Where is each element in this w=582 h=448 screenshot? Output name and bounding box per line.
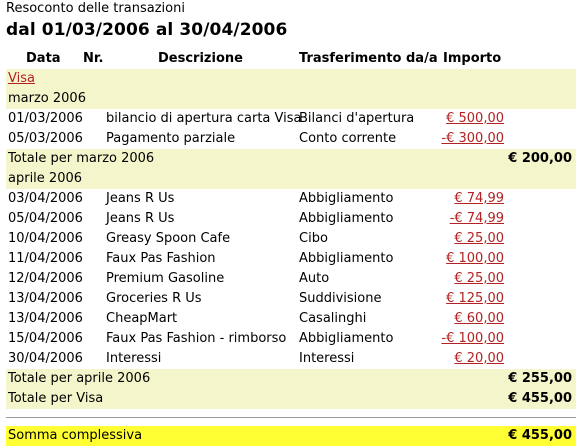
- account-row: Visa: [6, 69, 576, 89]
- grand-total-value: € 455,00: [508, 428, 572, 443]
- tx-description: Pagamento parziale: [106, 131, 236, 146]
- report-title: Resoconto delle transazioni: [6, 1, 185, 16]
- month-total-value: € 200,00: [508, 151, 572, 166]
- tx-amount-link[interactable]: € 125,00: [446, 291, 504, 306]
- tx-transfer: Bilanci d'apertura: [299, 111, 415, 126]
- transaction-row: 11/04/2006 Faux Pas Fashion Abbigliament…: [6, 249, 576, 269]
- tx-description: CheapMart: [106, 311, 178, 326]
- tx-transfer: Conto corrente: [299, 131, 397, 146]
- tx-description: Groceries R Us: [106, 291, 202, 306]
- tx-transfer: Abbigliamento: [299, 331, 394, 346]
- account-total-row: Totale per Visa € 455,00: [6, 389, 576, 409]
- grand-total-divider: [6, 417, 576, 418]
- month-total-row: Totale per marzo 2006 € 200,00: [6, 149, 576, 169]
- tx-description: Jeans R Us: [106, 211, 175, 226]
- month-total-value: € 255,00: [508, 371, 572, 386]
- tx-date: 03/04/2006: [8, 191, 83, 206]
- transaction-row: 30/04/2006 Interessi Interessi € 20,00: [6, 349, 576, 369]
- tx-amount-link[interactable]: € 20,00: [454, 351, 504, 366]
- tx-date: 13/04/2006: [8, 311, 83, 326]
- tx-transfer: Abbigliamento: [299, 191, 394, 206]
- month-total-label: Totale per marzo 2006: [8, 151, 155, 166]
- tx-date: 13/04/2006: [8, 291, 83, 306]
- transaction-row: 13/04/2006 Groceries R Us Suddivisione €…: [6, 289, 576, 309]
- tx-transfer: Auto: [299, 271, 330, 286]
- tx-transfer: Cibo: [299, 231, 328, 246]
- tx-date: 15/04/2006: [8, 331, 83, 346]
- grand-total-row: Somma complessiva € 455,00: [6, 426, 576, 446]
- col-desc-header: Descrizione: [158, 51, 243, 66]
- tx-transfer: Interessi: [299, 351, 355, 366]
- col-amount-header: Importo: [443, 51, 502, 66]
- tx-date: 05/03/2006: [8, 131, 83, 146]
- tx-description: Interessi: [106, 351, 162, 366]
- tx-date: 05/04/2006: [8, 211, 83, 226]
- tx-description: Faux Pas Fashion - rimborso: [106, 331, 287, 346]
- transaction-row: 10/04/2006 Greasy Spoon Cafe Cibo € 25,0…: [6, 229, 576, 249]
- tx-amount-link[interactable]: € 100,00: [446, 251, 504, 266]
- month-header-row: aprile 2006: [6, 169, 576, 189]
- tx-amount-link[interactable]: -€ 74,99: [450, 211, 504, 226]
- transaction-row: 05/04/2006 Jeans R Us Abbigliamento -€ 7…: [6, 209, 576, 229]
- col-num-header: Nr.: [83, 51, 104, 66]
- tx-description: bilancio di apertura carta Visa: [106, 111, 302, 126]
- month-header-row: marzo 2006: [6, 89, 576, 109]
- transaction-row: 03/04/2006 Jeans R Us Abbigliamento € 74…: [6, 189, 576, 209]
- tx-amount-link[interactable]: € 500,00: [446, 111, 504, 126]
- tx-transfer: Abbigliamento: [299, 211, 394, 226]
- col-transfer-header: Trasferimento da/a: [299, 51, 438, 66]
- tx-date: 10/04/2006: [8, 231, 83, 246]
- account-total-label: Totale per Visa: [8, 391, 104, 406]
- tx-amount-link[interactable]: -€ 100,00: [441, 331, 504, 346]
- tx-amount-link[interactable]: € 74,99: [454, 191, 504, 206]
- month-label: marzo 2006: [8, 91, 86, 106]
- tx-date: 12/04/2006: [8, 271, 83, 286]
- tx-transfer: Casalinghi: [299, 311, 367, 326]
- month-total-label: Totale per aprile 2006: [8, 371, 151, 386]
- month-label: aprile 2006: [8, 171, 83, 186]
- tx-date: 01/03/2006: [8, 111, 83, 126]
- tx-date: 11/04/2006: [8, 251, 83, 266]
- transaction-row: 13/04/2006 CheapMart Casalinghi € 60,00: [6, 309, 576, 329]
- grand-total-label: Somma complessiva: [8, 428, 143, 443]
- tx-amount-link[interactable]: € 25,00: [454, 271, 504, 286]
- tx-transfer: Suddivisione: [299, 291, 382, 306]
- tx-transfer: Abbigliamento: [299, 251, 394, 266]
- tx-description: Greasy Spoon Cafe: [106, 231, 231, 246]
- transaction-row: 05/03/2006 Pagamento parziale Conto corr…: [6, 129, 576, 149]
- tx-amount-link[interactable]: -€ 300,00: [441, 131, 504, 146]
- tx-description: Faux Pas Fashion: [106, 251, 216, 266]
- report-date-range: dal 01/03/2006 al 30/04/2006: [6, 20, 288, 40]
- column-header-row: Data Nr. Descrizione Trasferimento da/a …: [6, 49, 576, 69]
- transaction-row: 01/03/2006 bilancio di apertura carta Vi…: [6, 109, 576, 129]
- tx-amount-link[interactable]: € 25,00: [454, 231, 504, 246]
- transaction-row: 15/04/2006 Faux Pas Fashion - rimborso A…: [6, 329, 576, 349]
- account-total-value: € 455,00: [508, 391, 572, 406]
- col-date-header: Data: [26, 51, 61, 66]
- transaction-row: 12/04/2006 Premium Gasoline Auto € 25,00: [6, 269, 576, 289]
- account-link[interactable]: Visa: [8, 71, 35, 86]
- month-total-row: Totale per aprile 2006 € 255,00: [6, 369, 576, 389]
- tx-description: Jeans R Us: [106, 191, 175, 206]
- tx-date: 30/04/2006: [8, 351, 83, 366]
- tx-description: Premium Gasoline: [106, 271, 225, 286]
- tx-amount-link[interactable]: € 60,00: [454, 311, 504, 326]
